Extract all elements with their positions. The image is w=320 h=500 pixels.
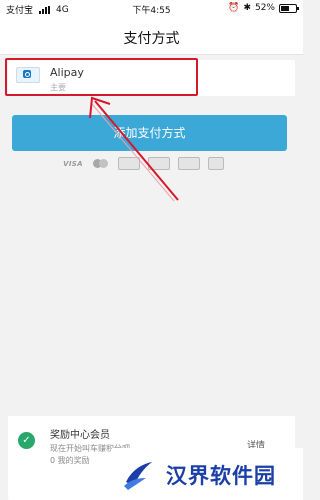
status-bar: 支付宝 4G 下午4:55 ⏰ ✱ 52% xyxy=(0,0,303,18)
alarm-icon: ⏰ xyxy=(228,3,240,13)
rewards-title: 奖励中心会员 xyxy=(50,430,110,441)
jcb-icon xyxy=(208,157,224,170)
rewards-badge-icon xyxy=(18,432,35,449)
navigation-bar: 支付方式 xyxy=(0,18,303,55)
mastercard-icon xyxy=(92,158,110,169)
bluetooth-icon: ✱ xyxy=(243,3,251,13)
battery-icon xyxy=(279,3,299,13)
add-payment-method-button[interactable]: 添加支付方式 xyxy=(12,115,287,151)
alipay-icon xyxy=(16,67,40,83)
battery-percent: 52% xyxy=(254,3,275,13)
maestro-icon xyxy=(118,157,140,170)
rewards-points: 0 我的奖励 xyxy=(50,456,90,465)
watermark-logo-icon xyxy=(124,462,152,490)
payment-method-subtitle: 主要 xyxy=(50,83,66,92)
watermark: 汉界软件园 xyxy=(112,448,303,500)
card-logos: VISA xyxy=(62,157,224,170)
payment-method-name: Alipay xyxy=(50,66,84,79)
discover-icon xyxy=(178,157,200,170)
page-title: 支付方式 xyxy=(123,31,180,47)
status-right: ⏰ ✱ 52% xyxy=(228,3,299,13)
visa-icon: VISA xyxy=(63,159,83,168)
watermark-text: 汉界软件园 xyxy=(166,464,276,488)
payment-method-alipay[interactable]: Alipay 主要 xyxy=(8,60,295,96)
american-express-icon xyxy=(148,157,170,170)
